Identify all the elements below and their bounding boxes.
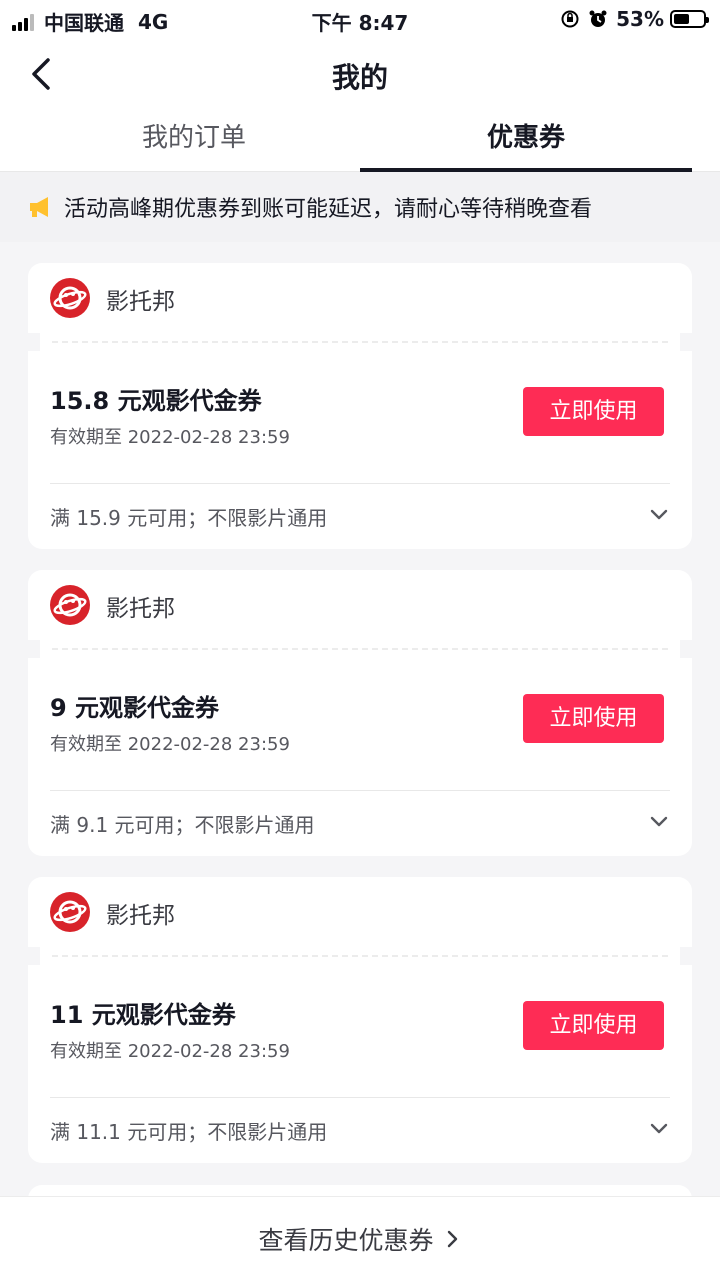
status-bar: 中国联通 4G 下午 8:47 53% bbox=[0, 0, 720, 38]
use-now-button[interactable]: 立即使用 bbox=[523, 694, 664, 743]
divider bbox=[50, 790, 670, 791]
header: 我的 我的订单 优惠券 bbox=[0, 38, 720, 172]
coupon-list: 影托邦 15.8 元观影代金券 有效期至 2022-02-28 23:59 立即… bbox=[28, 263, 692, 1184]
brand-logo-icon bbox=[50, 892, 90, 932]
tab-label: 优惠券 bbox=[486, 123, 565, 153]
brand-name: 影托邦 bbox=[106, 903, 175, 929]
divider bbox=[50, 1097, 670, 1098]
tab-coupons[interactable]: 优惠券 bbox=[360, 108, 692, 172]
tab-label: 我的订单 bbox=[141, 123, 246, 153]
coupon-expiry: 有效期至 2022-02-28 23:59 bbox=[50, 734, 290, 755]
divider bbox=[50, 483, 670, 484]
chevron-right-icon bbox=[447, 1230, 457, 1247]
use-now-button[interactable]: 立即使用 bbox=[523, 387, 664, 436]
coupon-condition: 满 11.1 元可用；不限影片通用 bbox=[50, 1120, 328, 1144]
use-now-button[interactable]: 立即使用 bbox=[523, 1001, 664, 1050]
chevron-down-icon[interactable] bbox=[648, 810, 670, 832]
tab-bar: 我的订单 优惠券 bbox=[0, 108, 720, 172]
coupon-card: 影托邦 15.8 元观影代金券 有效期至 2022-02-28 23:59 立即… bbox=[28, 263, 692, 549]
coupon-title: 9 元观影代金券 bbox=[50, 694, 220, 722]
battery-percent: 53% bbox=[616, 7, 664, 31]
notice-banner: 活动高峰期优惠券到账可能延迟，请耐心等待稍晚查看 bbox=[0, 172, 720, 242]
chevron-down-icon[interactable] bbox=[648, 503, 670, 525]
coupon-condition: 满 9.1 元可用；不限影片通用 bbox=[50, 813, 315, 837]
coupon-expiry: 有效期至 2022-02-28 23:59 bbox=[50, 427, 290, 448]
tab-my-orders[interactable]: 我的订单 bbox=[28, 108, 360, 172]
brand-logo-icon bbox=[50, 278, 90, 318]
orientation-lock-icon bbox=[561, 10, 579, 28]
brand-name: 影托邦 bbox=[106, 289, 175, 315]
megaphone-icon bbox=[30, 197, 48, 217]
view-history-coupons-button[interactable]: 查看历史优惠券 bbox=[0, 1196, 720, 1280]
brand-name: 影托邦 bbox=[106, 596, 175, 622]
coupon-condition: 满 15.9 元可用；不限影片通用 bbox=[50, 506, 328, 530]
alarm-icon bbox=[589, 10, 607, 27]
coupon-title: 15.8 元观影代金券 bbox=[50, 387, 262, 415]
brand-logo-icon bbox=[50, 585, 90, 625]
footer-label: 查看历史优惠券 bbox=[258, 1225, 434, 1255]
chevron-down-icon[interactable] bbox=[648, 1117, 670, 1139]
battery-icon bbox=[670, 10, 709, 28]
page-title: 我的 bbox=[331, 61, 388, 94]
coupon-expiry: 有效期至 2022-02-28 23:59 bbox=[50, 1041, 290, 1062]
notice-text: 活动高峰期优惠券到账可能延迟，请耐心等待稍晚查看 bbox=[64, 197, 593, 222]
coupon-card: 影托邦 9 元观影代金券 有效期至 2022-02-28 23:59 立即使用 … bbox=[28, 570, 692, 856]
coupon-card: 影托邦 11 元观影代金券 有效期至 2022-02-28 23:59 立即使用… bbox=[28, 877, 692, 1163]
coupon-title: 11 元观影代金券 bbox=[50, 1001, 236, 1029]
